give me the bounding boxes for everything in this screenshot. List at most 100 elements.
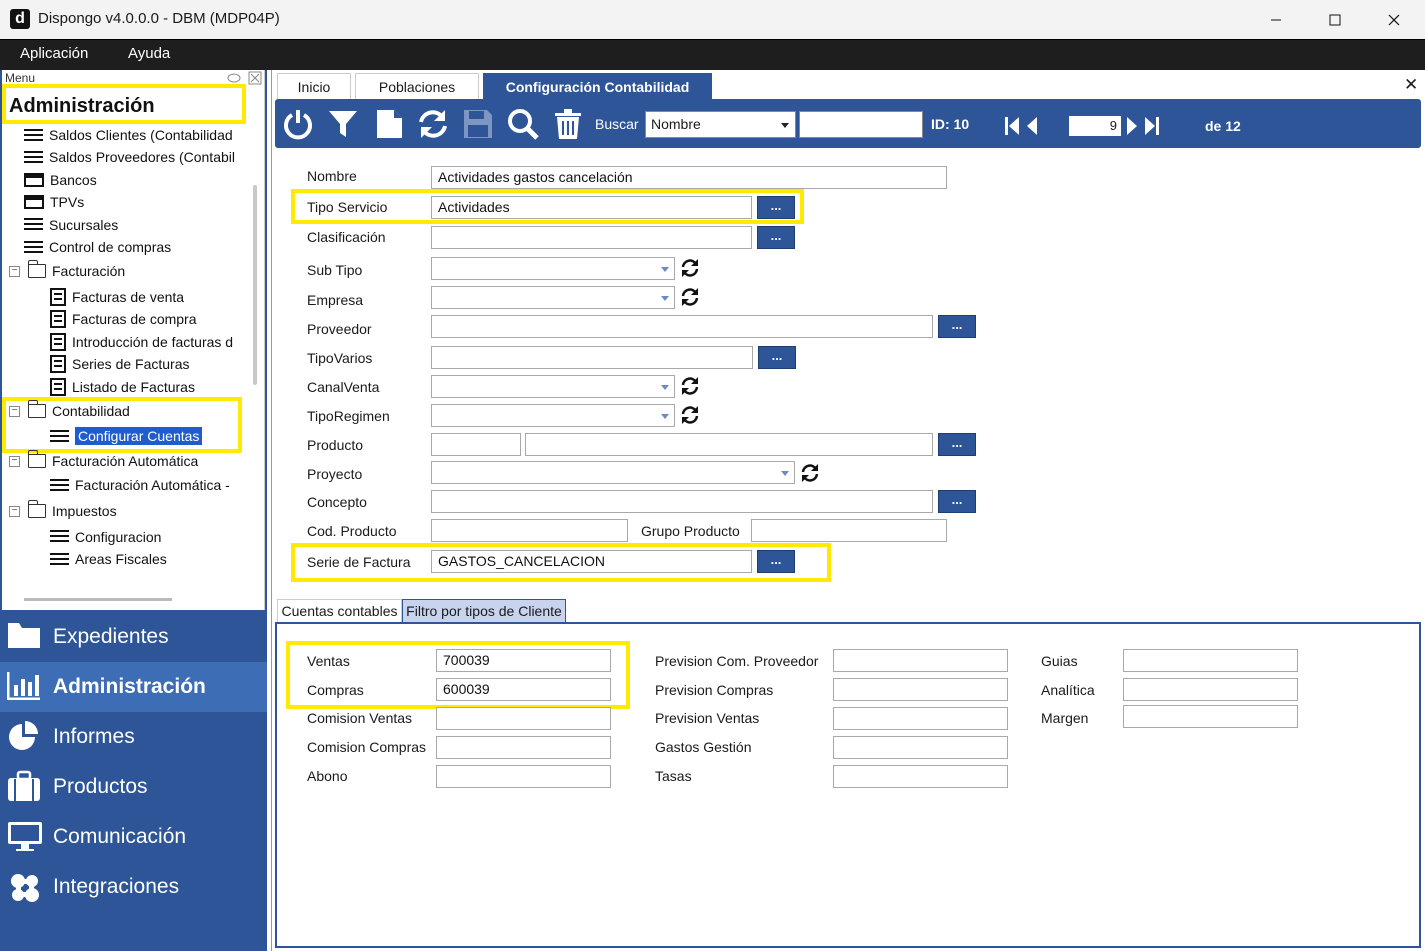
filter-button[interactable] bbox=[326, 107, 360, 141]
close-tab-icon[interactable]: ✕ bbox=[1404, 75, 1418, 95]
save-button[interactable] bbox=[461, 107, 495, 141]
minimize-button[interactable] bbox=[1247, 0, 1305, 39]
tasas-field[interactable] bbox=[833, 765, 1008, 788]
tree-folder-facturacion[interactable]: − Facturación bbox=[9, 260, 125, 282]
concepto-field[interactable] bbox=[431, 490, 933, 513]
prevision-com-proveedor-field[interactable] bbox=[833, 649, 1008, 672]
power-button[interactable] bbox=[281, 107, 315, 141]
nav-administracion[interactable]: Administración bbox=[0, 662, 267, 712]
tree-folder-facturacion-automatica[interactable]: − Facturación Automática bbox=[9, 450, 198, 472]
concepto-lookup-button[interactable]: ... bbox=[938, 490, 976, 513]
empresa-select[interactable] bbox=[431, 286, 675, 309]
search-input[interactable] bbox=[799, 111, 923, 138]
tab-inicio[interactable]: Inicio bbox=[277, 73, 351, 99]
ventas-field[interactable]: 700039 bbox=[436, 649, 611, 672]
prevision-compras-field[interactable] bbox=[833, 678, 1008, 701]
sub-tipo-select[interactable] bbox=[431, 257, 675, 280]
clasificacion-field[interactable] bbox=[431, 226, 752, 249]
prevision-ventas-field[interactable] bbox=[833, 707, 1008, 730]
producto-code-field[interactable] bbox=[431, 433, 521, 456]
tree-folder-impuestos[interactable]: − Impuestos bbox=[9, 500, 117, 522]
empresa-refresh-button[interactable] bbox=[680, 287, 700, 310]
nav-productos[interactable]: Productos bbox=[0, 762, 267, 812]
tipo-varios-lookup-button[interactable]: ... bbox=[758, 346, 796, 369]
search-button[interactable] bbox=[506, 107, 540, 141]
producto-lookup-button[interactable]: ... bbox=[938, 433, 976, 456]
proveedor-lookup-button[interactable]: ... bbox=[938, 315, 976, 338]
tipo-servicio-field[interactable]: Actividades bbox=[431, 196, 752, 219]
tree-label: Facturación bbox=[52, 263, 126, 279]
tree-item[interactable]: Introducción de facturas d bbox=[50, 330, 233, 353]
sub-tipo-refresh-button[interactable] bbox=[680, 258, 700, 281]
tree-horizontal-scrollbar[interactable] bbox=[24, 598, 172, 601]
analitica-field[interactable] bbox=[1123, 678, 1298, 701]
compras-field[interactable]: 600039 bbox=[436, 678, 611, 701]
prevision-ventas-label: Prevision Ventas bbox=[655, 710, 760, 726]
tree-item[interactable]: Facturas de venta bbox=[50, 285, 233, 308]
gastos-gestion-field[interactable] bbox=[833, 736, 1008, 759]
nav-comunicacion[interactable]: Comunicación bbox=[0, 812, 267, 862]
refresh-icon bbox=[801, 464, 819, 482]
serie-factura-lookup-button[interactable]: ... bbox=[757, 550, 795, 573]
first-record-button[interactable] bbox=[1004, 116, 1020, 136]
tipo-regimen-refresh-button[interactable] bbox=[680, 405, 700, 428]
cod-producto-field[interactable] bbox=[431, 519, 628, 542]
clasificacion-lookup-button[interactable]: ... bbox=[757, 226, 795, 249]
close-window-button[interactable] bbox=[1365, 0, 1423, 39]
serie-factura-field[interactable]: GASTOS_CANCELACION bbox=[431, 550, 752, 573]
menu-aplicacion[interactable]: Aplicación bbox=[20, 45, 88, 62]
tree-item-configurar-cuentas[interactable]: Configurar Cuentas bbox=[50, 425, 203, 447]
tree-vertical-scrollbar[interactable] bbox=[253, 185, 257, 385]
new-document-button[interactable] bbox=[372, 107, 406, 141]
next-record-button[interactable] bbox=[1125, 116, 1139, 136]
tree-item[interactable]: Series de Facturas bbox=[50, 353, 233, 375]
collapse-icon[interactable]: − bbox=[9, 455, 20, 467]
tree-item[interactable]: Facturas de compra bbox=[50, 308, 233, 330]
last-record-button[interactable] bbox=[1144, 116, 1160, 136]
tree-item[interactable]: Configuracion bbox=[50, 525, 167, 548]
tree-folder-contabilidad[interactable]: − Contabilidad bbox=[9, 400, 130, 422]
tree-item[interactable]: Listado de Facturas bbox=[50, 375, 233, 398]
comision-ventas-field[interactable] bbox=[436, 707, 611, 730]
subtab-filtro-tipos-cliente[interactable]: Filtro por tipos de Cliente bbox=[402, 599, 566, 622]
abono-field[interactable] bbox=[436, 765, 611, 788]
tree-item[interactable]: TPVs bbox=[24, 191, 235, 213]
tree-item[interactable]: Areas Fiscales bbox=[50, 548, 167, 570]
collapse-icon[interactable]: − bbox=[9, 265, 20, 277]
tree-item[interactable]: Bancos bbox=[24, 168, 235, 191]
guias-field[interactable] bbox=[1123, 649, 1298, 672]
tree-item[interactable]: Saldos Clientes (Contabilidad bbox=[24, 124, 235, 146]
margen-field[interactable] bbox=[1123, 705, 1298, 728]
nav-informes[interactable]: Informes bbox=[0, 712, 267, 762]
proveedor-field[interactable] bbox=[431, 315, 933, 338]
page-number-input[interactable]: 9 bbox=[1069, 116, 1121, 136]
delete-button[interactable] bbox=[551, 107, 585, 141]
proyecto-refresh-button[interactable] bbox=[800, 463, 820, 486]
tipo-regimen-select[interactable] bbox=[431, 404, 675, 427]
nav-expedientes[interactable]: Expedientes bbox=[0, 612, 267, 662]
comision-compras-field[interactable] bbox=[436, 736, 611, 759]
subtab-cuentas-contables[interactable]: Cuentas contables bbox=[277, 599, 402, 622]
proyecto-select[interactable] bbox=[431, 461, 795, 484]
grupo-producto-field[interactable] bbox=[751, 519, 947, 542]
search-field-select[interactable]: Nombre bbox=[645, 111, 796, 138]
nombre-field[interactable]: Actividades gastos cancelación bbox=[431, 166, 947, 189]
canal-venta-select[interactable] bbox=[431, 375, 675, 398]
maximize-button[interactable] bbox=[1306, 0, 1364, 39]
tab-configuracion-contabilidad[interactable]: Configuración Contabilidad bbox=[483, 73, 712, 99]
tree-item[interactable]: Saldos Proveedores (Contabil bbox=[24, 146, 235, 168]
tipo-varios-field[interactable] bbox=[431, 346, 753, 369]
collapse-icon[interactable]: − bbox=[9, 505, 20, 517]
menu-ayuda[interactable]: Ayuda bbox=[128, 45, 170, 62]
collapse-icon[interactable]: − bbox=[9, 405, 20, 417]
nav-integraciones[interactable]: Integraciones bbox=[0, 862, 267, 912]
tab-poblaciones[interactable]: Poblaciones bbox=[355, 73, 479, 99]
refresh-button[interactable] bbox=[416, 107, 450, 141]
tree-item[interactable]: Facturación Automática - bbox=[50, 474, 230, 496]
tree-item[interactable]: Sucursales bbox=[24, 213, 235, 236]
canal-venta-refresh-button[interactable] bbox=[680, 376, 700, 399]
tree-item[interactable]: Control de compras bbox=[24, 236, 235, 258]
tipo-servicio-lookup-button[interactable]: ... bbox=[757, 196, 795, 219]
producto-name-field[interactable] bbox=[525, 433, 933, 456]
previous-record-button[interactable] bbox=[1025, 116, 1039, 136]
